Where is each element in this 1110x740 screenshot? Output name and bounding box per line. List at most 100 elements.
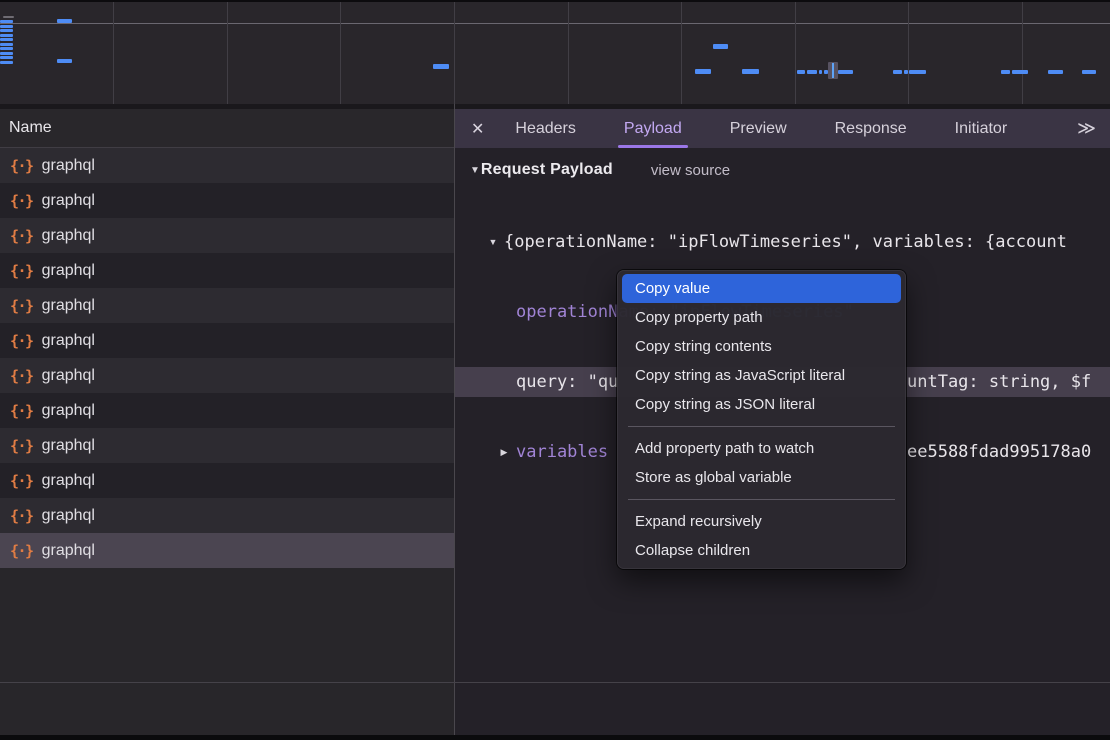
json-braces-icon: {·}: [10, 472, 33, 490]
menu-item-store-as-global-variable[interactable]: Store as global variable: [617, 463, 906, 492]
overview-request-bar: [0, 52, 13, 55]
overview-request-bar: [713, 44, 728, 49]
overview-gridline: [340, 0, 341, 104]
menu-item-copy-string-contents[interactable]: Copy string contents: [617, 332, 906, 361]
overview-request-bar: [0, 38, 13, 41]
json-braces-icon: {·}: [10, 262, 33, 280]
menu-item-copy-string-as-javascript-literal[interactable]: Copy string as JavaScript literal: [617, 361, 906, 390]
query-key-and-start: query: "qu: [516, 372, 618, 392]
overview-request-bar: [807, 70, 817, 74]
menu-item-add-property-path-to-watch[interactable]: Add property path to watch: [617, 434, 906, 463]
tab-label: Response: [835, 120, 907, 138]
request-row[interactable]: {·} graphql: [0, 253, 454, 288]
more-tabs-icon[interactable]: ≫: [1077, 118, 1096, 139]
tab-preview[interactable]: Preview: [730, 109, 787, 148]
tab-label: Initiator: [955, 120, 1007, 138]
request-row[interactable]: {·} graphql: [0, 323, 454, 358]
tab-label: Headers: [515, 120, 575, 138]
overview-request-bar: [1082, 70, 1096, 74]
menu-separator: [628, 499, 895, 500]
request-name: graphql: [42, 227, 95, 245]
json-braces-icon: {·}: [10, 297, 33, 315]
menu-item-copy-string-as-json-literal[interactable]: Copy string as JSON literal: [617, 390, 906, 419]
tab-payload[interactable]: Payload: [624, 109, 682, 148]
close-icon[interactable]: ✕: [471, 119, 484, 139]
query-value-tail: untTag: string, $f: [907, 372, 1091, 392]
devtools-network-panel: Name {·} graphql {·} graphql {·} graphql…: [0, 0, 1110, 740]
overview-request-bar: [0, 56, 13, 59]
request-row[interactable]: {·} graphql: [0, 148, 454, 183]
tab-headers[interactable]: Headers: [515, 109, 575, 148]
request-row[interactable]: {·} graphql: [0, 393, 454, 428]
request-row[interactable]: {·} graphql: [0, 288, 454, 323]
overview-gridline: [227, 0, 228, 104]
overview-request-bar: [893, 70, 902, 74]
json-braces-icon: {·}: [10, 507, 33, 525]
tab-label: Preview: [730, 120, 787, 138]
status-bar-divider: [0, 682, 1110, 683]
window-bottom-edge: [0, 735, 1110, 740]
request-list: {·} graphql {·} graphql {·} graphql {·} …: [0, 148, 454, 735]
payload-preview-text: {operationName: "ipFlowTimeseries", vari…: [504, 232, 1067, 252]
overview-gridline: [113, 0, 114, 104]
requests-panel: Name {·} graphql {·} graphql {·} graphql…: [0, 104, 455, 735]
request-name: graphql: [42, 157, 95, 175]
name-column-header[interactable]: Name: [0, 104, 454, 148]
collapse-triangle-icon[interactable]: ▼: [486, 237, 500, 247]
overview-request-bar: [0, 43, 13, 46]
overview-request-bar: [695, 69, 711, 74]
request-name: graphql: [42, 262, 95, 280]
context-menu: Copy valueCopy property pathCopy string …: [617, 270, 906, 569]
name-column-label: Name: [9, 119, 52, 137]
overview-grey-bar: [3, 16, 14, 18]
request-row[interactable]: {·} graphql: [0, 218, 454, 253]
payload-preview-row[interactable]: ▼ {operationName: "ipFlowTimeseries", va…: [455, 227, 1110, 257]
overview-request-bar: [0, 47, 13, 50]
json-braces-icon: {·}: [10, 542, 33, 560]
view-source-link[interactable]: view source: [651, 162, 730, 179]
overview-hover-marker: [828, 62, 838, 79]
overview-request-bar: [433, 64, 449, 69]
collapse-triangle-icon[interactable]: ▼: [470, 165, 480, 176]
request-name: graphql: [42, 297, 95, 315]
overview-request-bar: [904, 70, 908, 74]
overview-marker-line: [832, 63, 834, 78]
request-row[interactable]: {·} graphql: [0, 358, 454, 393]
overview-gridline: [681, 0, 682, 104]
overview-request-bar: [1001, 70, 1010, 74]
section-title: Request Payload: [481, 161, 613, 179]
request-name: graphql: [42, 437, 95, 455]
request-name: graphql: [42, 332, 95, 350]
request-name: graphql: [42, 367, 95, 385]
overview-request-bar: [0, 34, 13, 37]
menu-item-copy-value[interactable]: Copy value: [622, 274, 901, 303]
request-name: graphql: [42, 507, 95, 525]
json-braces-icon: {·}: [10, 367, 33, 385]
overview-request-bar: [0, 20, 13, 23]
menu-item-copy-property-path[interactable]: Copy property path: [617, 303, 906, 332]
request-row[interactable]: {·} graphql: [0, 428, 454, 463]
tabs-container: Headers Payload Preview Response Initiat…: [515, 109, 1055, 148]
menu-item-expand-recursively[interactable]: Expand recursively: [617, 507, 906, 536]
overview-request-bar: [819, 70, 822, 74]
variables-preview-tail: ee5588fdad995178a0: [907, 442, 1091, 462]
request-row[interactable]: {·} graphql: [0, 183, 454, 218]
network-main-area: Name {·} graphql {·} graphql {·} graphql…: [0, 104, 1110, 735]
json-braces-icon: {·}: [10, 192, 33, 210]
overview-request-bar: [742, 69, 759, 74]
tab-response[interactable]: Response: [835, 109, 907, 148]
request-row[interactable]: {·} graphql: [0, 463, 454, 498]
menu-item-collapse-children[interactable]: Collapse children: [617, 536, 906, 565]
overview-request-bar: [0, 61, 13, 64]
expand-triangle-icon[interactable]: ▶: [497, 447, 511, 458]
overview-gridline: [795, 0, 796, 104]
overview-request-bar: [838, 70, 853, 74]
request-row[interactable]: {·} graphql: [0, 533, 454, 568]
tab-initiator[interactable]: Initiator: [955, 109, 1007, 148]
overview-gridline: [568, 0, 569, 104]
overview-request-bar: [909, 70, 926, 74]
network-overview-timeline[interactable]: [0, 0, 1110, 104]
request-name: graphql: [42, 192, 95, 210]
overview-request-bar: [797, 70, 805, 74]
request-row[interactable]: {·} graphql: [0, 498, 454, 533]
